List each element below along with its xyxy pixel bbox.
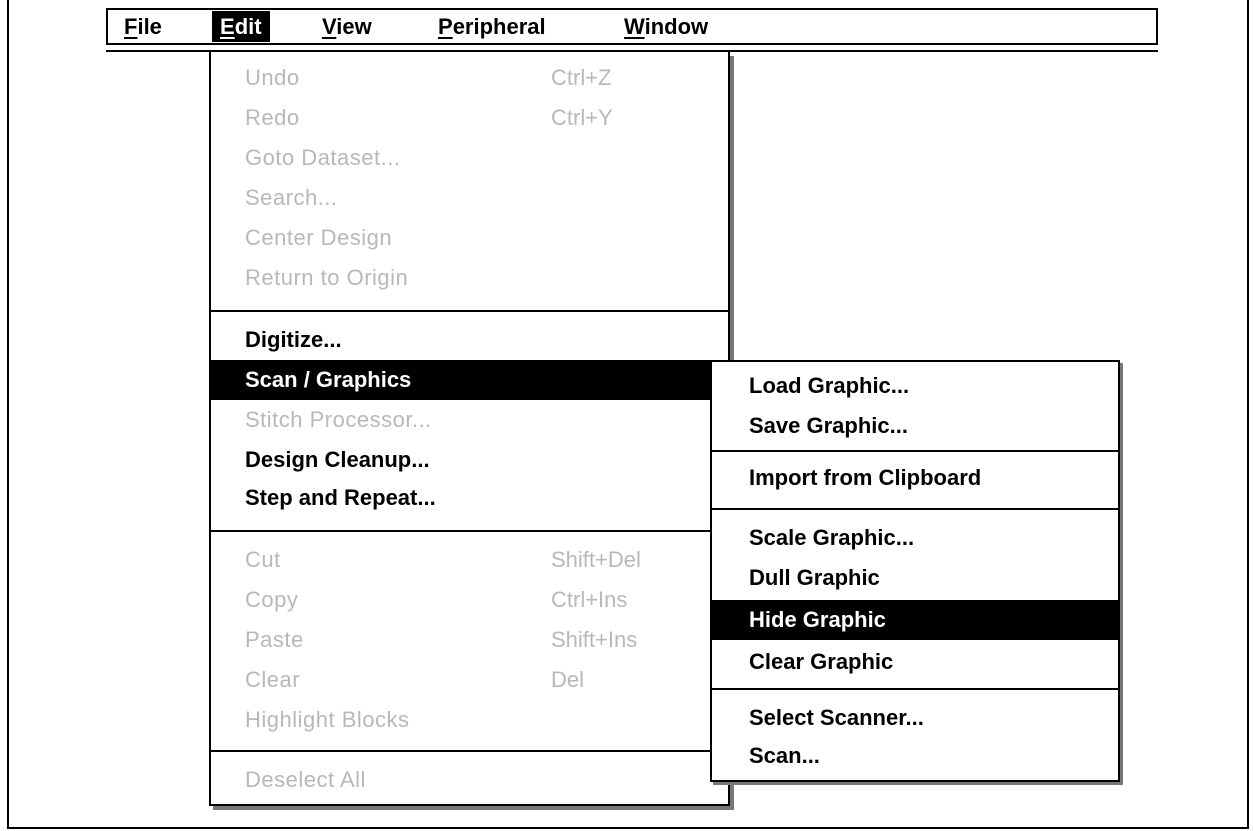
- menu-item-cut[interactable]: Cut Shift+Del: [211, 540, 728, 580]
- menu-separator: [211, 750, 728, 752]
- submenu-item-scale-graphic[interactable]: Scale Graphic...: [712, 518, 1118, 558]
- menu-item-step-and-repeat[interactable]: Step and Repeat...: [211, 478, 728, 518]
- menu-bar: File Edit View Peripheral Window: [106, 8, 1158, 45]
- menu-item-copy[interactable]: Copy Ctrl+Ins: [211, 580, 728, 620]
- menu-separator: [211, 310, 728, 312]
- submenu-item-import-clipboard[interactable]: Import from Clipboard: [712, 458, 1118, 498]
- menu-item-clear[interactable]: Clear Del: [211, 660, 728, 700]
- menu-item-search[interactable]: Search...: [211, 178, 728, 218]
- submenu-item-dull-graphic[interactable]: Dull Graphic: [712, 558, 1118, 598]
- menu-item-highlight-blocks[interactable]: Highlight Blocks: [211, 700, 728, 740]
- submenu-item-load-graphic[interactable]: Load Graphic...: [712, 366, 1118, 406]
- menu-item-center-design[interactable]: Center Design: [211, 218, 728, 258]
- menu-item-design-cleanup[interactable]: Design Cleanup...: [211, 440, 728, 480]
- menu-item-digitize[interactable]: Digitize...: [211, 320, 728, 360]
- submenu-item-hide-graphic[interactable]: Hide Graphic: [712, 600, 1118, 640]
- menu-item-goto-dataset[interactable]: Goto Dataset...: [211, 138, 728, 178]
- menu-view[interactable]: View: [314, 11, 380, 42]
- submenu-item-clear-graphic[interactable]: Clear Graphic: [712, 642, 1118, 682]
- menu-peripheral[interactable]: Peripheral: [430, 11, 554, 42]
- menu-file[interactable]: File: [116, 11, 170, 42]
- menu-window[interactable]: Window: [616, 11, 716, 42]
- menu-item-redo[interactable]: Redo Ctrl+Y: [211, 98, 728, 138]
- menu-item-stitch-processor[interactable]: Stitch Processor...: [211, 400, 728, 440]
- graphics-submenu: Load Graphic... Save Graphic... Import f…: [710, 360, 1120, 782]
- menu-separator: [712, 688, 1118, 690]
- edit-menu: Undo Ctrl+Z Redo Ctrl+Y Goto Dataset... Se…: [209, 52, 730, 806]
- submenu-item-select-scanner[interactable]: Select Scanner...: [712, 698, 1118, 738]
- submenu-item-scan[interactable]: Scan...: [712, 736, 1118, 776]
- menu-item-return-to-origin[interactable]: Return to Origin: [211, 258, 728, 298]
- menu-item-paste[interactable]: Paste Shift+Ins: [211, 620, 728, 660]
- menu-edit[interactable]: Edit: [212, 11, 270, 42]
- submenu-item-save-graphic[interactable]: Save Graphic...: [712, 406, 1118, 446]
- menu-item-deselect-all[interactable]: Deselect All: [211, 760, 728, 800]
- menu-item-scan-graphics[interactable]: Scan / Graphics: [211, 360, 728, 400]
- menu-separator: [712, 450, 1118, 452]
- menu-item-undo[interactable]: Undo Ctrl+Z: [211, 58, 728, 98]
- menu-separator: [211, 530, 728, 532]
- menu-separator: [712, 508, 1118, 510]
